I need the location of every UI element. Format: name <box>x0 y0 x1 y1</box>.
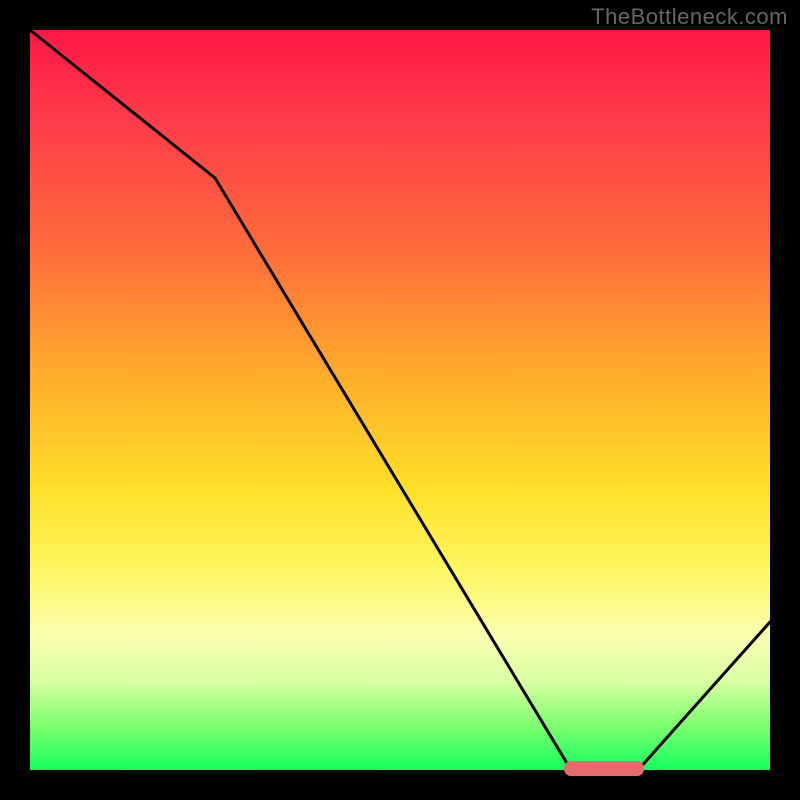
optimal-zone-marker <box>564 761 644 776</box>
chart-stage: TheBottleneck.com <box>0 0 800 800</box>
watermark-text: TheBottleneck.com <box>591 4 788 30</box>
bottleneck-curve-line <box>30 30 770 770</box>
chart-overlay <box>0 0 800 800</box>
